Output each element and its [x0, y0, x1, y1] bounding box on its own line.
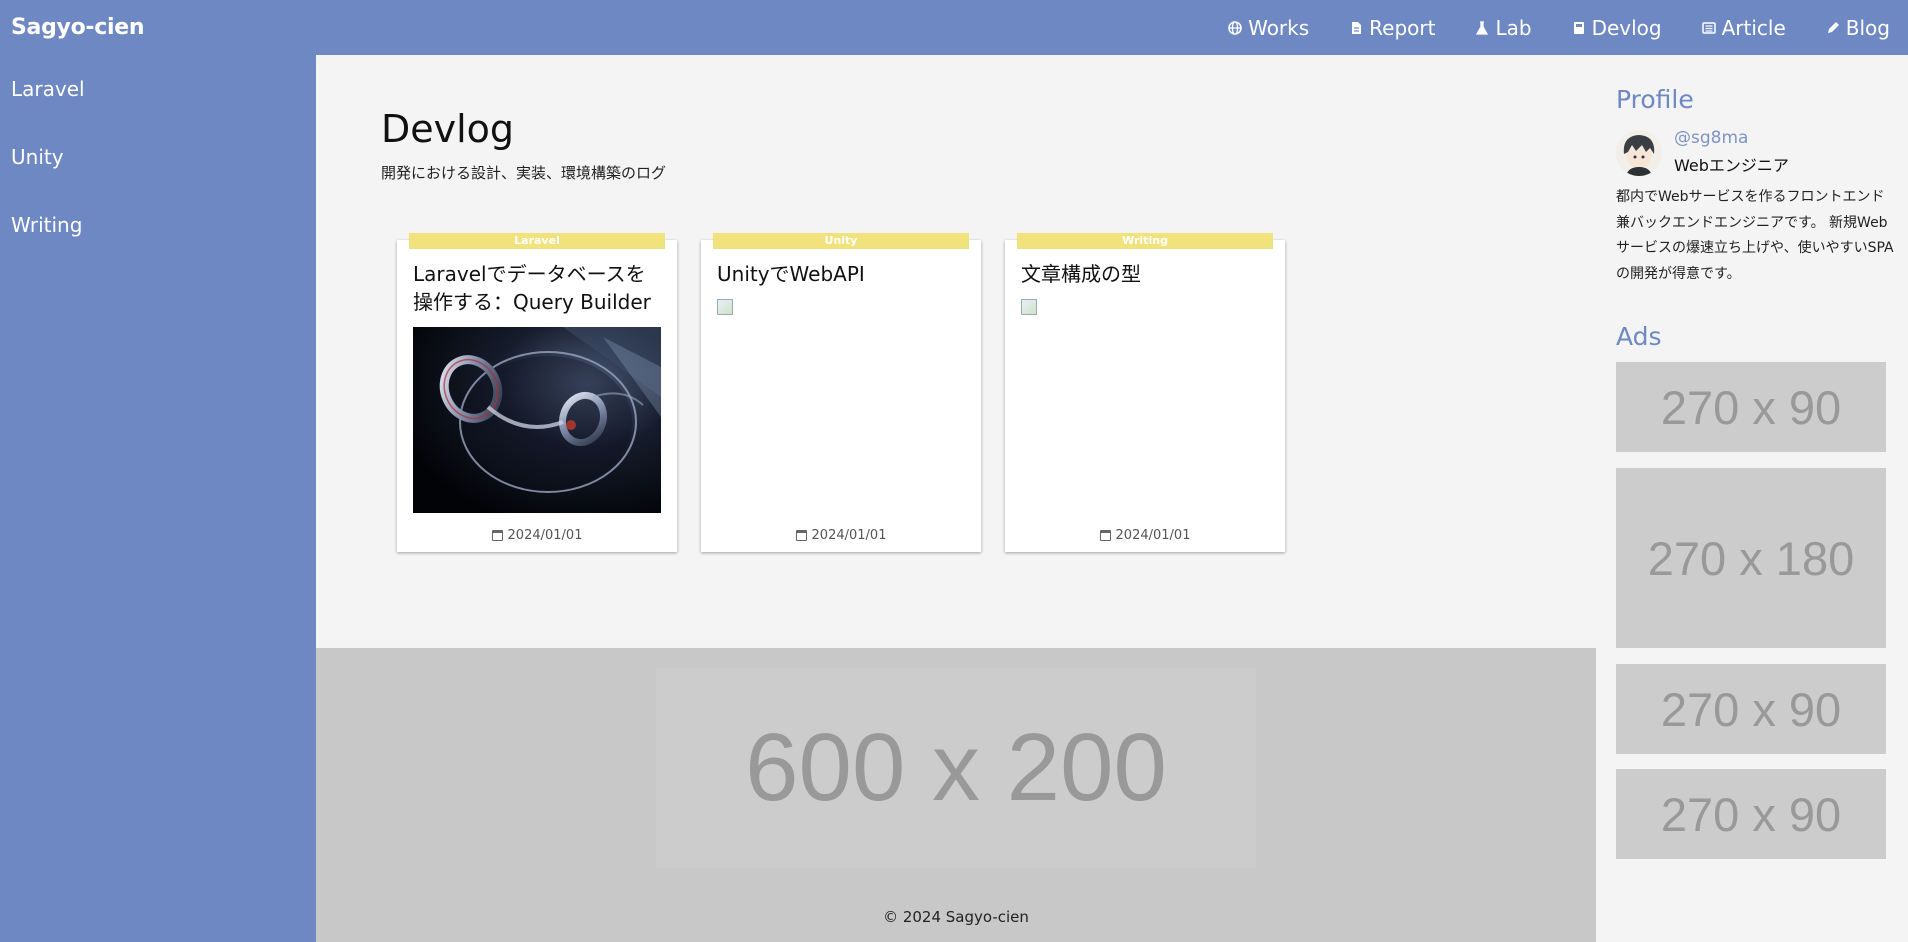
article-card[interactable]: Laravel Laravelでデータベースを操作する：Query Builde…: [397, 233, 677, 552]
nav-label: Article: [1721, 15, 1786, 40]
nav-link-article[interactable]: Article: [1701, 15, 1786, 40]
sidebar-item-unity[interactable]: Unity: [0, 123, 316, 191]
top-navbar: Sagyo-cien Works Report Lab Devlog Artic…: [0, 0, 1908, 55]
thumbnail-glass-ring-image: [413, 327, 661, 513]
copyright-text: © 2024 Sagyo-cien: [883, 908, 1029, 926]
pen-icon: [1827, 21, 1839, 33]
sidebar-item-writing[interactable]: Writing: [0, 191, 316, 259]
avatar: [1616, 130, 1662, 176]
ad-placeholder-270x90[interactable]: 270 x 90: [1616, 769, 1886, 859]
brand-logo[interactable]: Sagyo-cien: [0, 15, 145, 40]
ad-placeholder-270x90[interactable]: 270 x 90: [1616, 664, 1886, 754]
nav-link-works[interactable]: Works: [1228, 16, 1309, 40]
ad-placeholder-270x180[interactable]: 270 x 180: [1616, 468, 1886, 648]
card-date: 2024/01/01: [701, 528, 981, 543]
profile-bio: 都内でWebサービスを作るフロントエンド兼バックエンドエンジニアです。 新規We…: [1616, 189, 1894, 282]
nav-link-report[interactable]: Report: [1349, 16, 1435, 40]
card-title[interactable]: 文章構成の型: [1021, 260, 1273, 288]
nav-link-blog[interactable]: Blog: [1826, 16, 1890, 40]
nav-link-devlog[interactable]: Devlog: [1572, 16, 1662, 40]
category-tag[interactable]: Laravel: [409, 233, 665, 249]
calendar-icon: [491, 530, 503, 541]
card-title[interactable]: UnityでWebAPI: [717, 260, 969, 288]
ads-heading: Ads: [1616, 322, 1662, 351]
footer: 600 x 200 © 2024 Sagyo-cien: [316, 648, 1596, 942]
date-text: 2024/01/01: [507, 528, 583, 543]
right-sidebar: Profile @sg8ma Webエンジニア 都内でWebサービスを作るフロン…: [1596, 55, 1908, 942]
date-text: 2024/01/01: [811, 528, 887, 543]
broken-image-icon: [717, 299, 733, 315]
left-sidebar: Laravel Unity Writing: [0, 55, 316, 942]
date-text: 2024/01/01: [1115, 528, 1191, 543]
nav-links: Works Report Lab Devlog Article Blog: [1188, 0, 1908, 55]
article-card[interactable]: Writing 文章構成の型 2024/01/01: [1005, 233, 1285, 552]
ad-placeholder-270x90[interactable]: 270 x 90: [1616, 362, 1886, 452]
avatar-illustration: [1616, 130, 1662, 176]
document-icon: [1352, 21, 1362, 34]
card-date: 2024/01/01: [397, 528, 677, 543]
ad-banner-placeholder[interactable]: 600 x 200: [656, 668, 1256, 868]
profile-role: Webエンジニア: [1674, 156, 1789, 175]
broken-image-icon: [1021, 299, 1037, 315]
globe-icon: [1228, 20, 1242, 35]
newspaper-icon: [1701, 21, 1716, 34]
category-tag[interactable]: Unity: [713, 233, 969, 249]
nav-label: Blog: [1845, 15, 1890, 40]
sidebar-item-laravel[interactable]: Laravel: [0, 55, 316, 123]
card-title[interactable]: Laravelでデータベースを操作する：Query Builder: [413, 260, 665, 316]
notebook-icon: [1573, 21, 1584, 34]
calendar-icon: [795, 530, 807, 541]
nav-label: Devlog: [1591, 15, 1662, 40]
nav-label: Report: [1369, 15, 1436, 40]
category-tag[interactable]: Writing: [1017, 233, 1273, 249]
calendar-icon: [1099, 530, 1111, 541]
page-title: Devlog: [381, 107, 515, 151]
card-thumbnail[interactable]: [413, 327, 661, 513]
nav-label: Lab: [1495, 15, 1532, 40]
nav-label: Works: [1248, 15, 1310, 40]
article-card[interactable]: Unity UnityでWebAPI 2024/01/01: [701, 233, 981, 552]
profile-heading: Profile: [1616, 85, 1694, 114]
nav-link-lab[interactable]: Lab: [1475, 15, 1532, 40]
profile-handle-link[interactable]: @sg8ma: [1674, 128, 1748, 148]
page-subtitle: 開発における設計、実装、環境構築のログ: [381, 164, 667, 182]
flask-icon: [1476, 20, 1489, 35]
card-date: 2024/01/01: [1005, 528, 1285, 543]
main-content: Devlog 開発における設計、実装、環境構築のログ Laravel Larav…: [316, 55, 1596, 648]
